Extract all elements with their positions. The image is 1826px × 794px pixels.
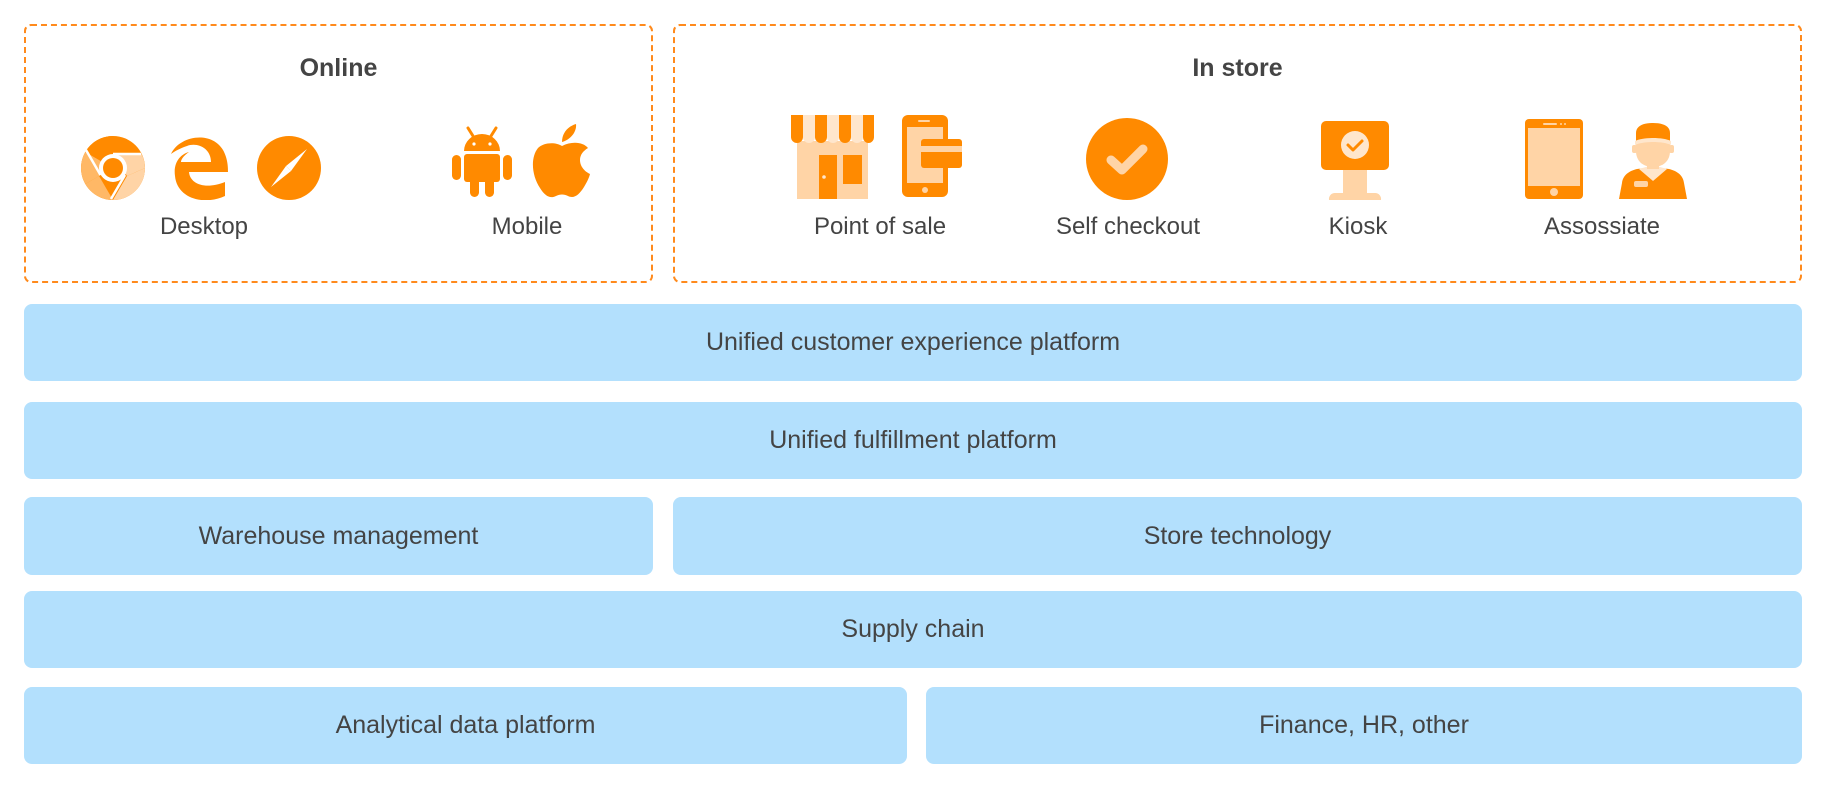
layer-store-technology[interactable]: Store technology (673, 497, 1802, 575)
layer-label: Analytical data platform (335, 711, 596, 739)
tablet-icon (1525, 119, 1583, 199)
apple-icon (532, 124, 592, 198)
layer-analytical-data-platform[interactable]: Analytical data platform (24, 687, 907, 764)
android-icon (452, 125, 512, 198)
safari-icon (257, 136, 321, 200)
storefront-icon (791, 115, 874, 199)
layer-finance-hr-other[interactable]: Finance, HR, other (926, 687, 1802, 764)
layer-unified-fulfillment-platform[interactable]: Unified fulfillment platform (24, 402, 1802, 479)
layer-label: Warehouse management (198, 521, 479, 550)
in-store-title: In store (1192, 54, 1283, 82)
checkmark-circle-icon (1086, 118, 1168, 200)
edge-icon (167, 132, 229, 200)
layer-label: Unified fulfillment platform (769, 426, 1057, 454)
layer-unified-customer-experience-platform[interactable]: Unified customer experience platform (24, 304, 1802, 381)
layer-warehouse-management[interactable]: Warehouse management (24, 497, 653, 575)
kiosk-icon (1321, 121, 1389, 200)
mobile-label: Mobile (491, 213, 563, 240)
layer-label: Store technology (1143, 521, 1332, 550)
store-associate-icon (1619, 123, 1687, 199)
layer-label: Supply chain (841, 615, 985, 643)
point-of-sale-label: Point of sale (813, 213, 947, 240)
kiosk-label: Kiosk (1328, 213, 1388, 240)
chrome-icon (81, 136, 145, 200)
self-checkout-label: Self checkout (1055, 213, 1201, 240)
layer-supply-chain[interactable]: Supply chain (24, 591, 1802, 668)
layer-label: Finance, HR, other (1259, 711, 1469, 739)
layer-label: Unified customer experience platform (705, 328, 1121, 356)
mobile-payment-icon (902, 115, 962, 197)
associate-label: Assossiate (1543, 213, 1661, 240)
online-title: Online (299, 54, 378, 82)
desktop-label: Desktop (159, 213, 249, 240)
